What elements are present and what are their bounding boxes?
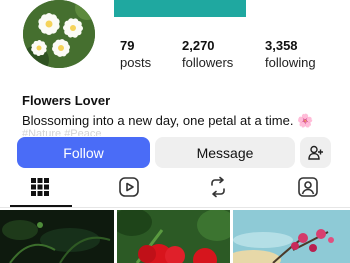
stat-posts[interactable]: 79 posts	[120, 38, 151, 70]
post-thumbnail[interactable]	[117, 210, 230, 263]
username-redaction-bar	[114, 0, 246, 17]
tab-tagged[interactable]	[296, 175, 320, 199]
profile-display-name: Flowers Lover	[22, 93, 111, 108]
stat-followers-count: 2,270	[182, 38, 215, 53]
red-flowers-photo	[117, 210, 230, 263]
stat-following[interactable]: 3,358 following	[265, 38, 316, 70]
reels-icon	[119, 177, 139, 197]
repost-icon	[211, 176, 225, 198]
stat-posts-count: 79	[120, 38, 135, 53]
post-thumbnail[interactable]	[233, 210, 350, 263]
profile-bio: Blossoming into a new day, one petal at …	[22, 113, 314, 128]
follow-button[interactable]: Follow	[17, 137, 150, 168]
stat-followers[interactable]: 2,270 followers	[182, 38, 233, 70]
pink-blossoms-sky-photo	[233, 210, 350, 263]
profile-avatar[interactable]	[23, 0, 95, 68]
tagged-icon	[298, 177, 318, 197]
stat-following-count: 3,358	[265, 38, 298, 53]
stat-followers-label: followers	[182, 55, 234, 70]
plumeria-flowers-photo	[23, 0, 95, 68]
tab-reels[interactable]	[117, 175, 141, 199]
stat-posts-label: posts	[120, 55, 152, 70]
add-user-icon	[307, 145, 323, 160]
message-button[interactable]: Message	[155, 137, 295, 168]
tabs-divider	[0, 207, 350, 208]
tab-reposts[interactable]	[206, 175, 230, 199]
grid-icon	[31, 178, 49, 196]
stat-following-label: following	[265, 55, 316, 70]
tab-posts-grid[interactable]	[28, 175, 52, 199]
suggest-user-button[interactable]	[300, 137, 331, 168]
post-thumbnail[interactable]	[0, 210, 114, 263]
profile-bio-more: #Nature #Peace	[22, 128, 102, 136]
dark-foliage-photo	[0, 210, 114, 263]
